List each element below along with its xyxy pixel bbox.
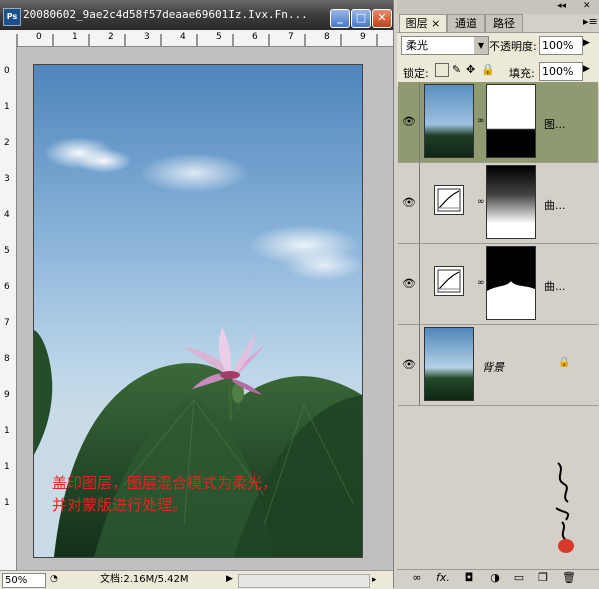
document-size: 文档:2.16M/5.42M [100,574,189,585]
caption-text: 盖印图层，图层混合模式为柔光， 并对蒙版进行处理。 [52,472,382,516]
panel-menu-icon[interactable]: ▸≡ [583,15,598,28]
status-arrow-icon[interactable]: ▶ [226,573,236,586]
horizontal-scrollbar[interactable] [238,574,370,588]
title-bar[interactable]: Ps 20080602_9ae2c4d58f57deaae69601Iz.Ivx… [0,0,393,30]
opacity-label: 不透明度: [489,40,537,53]
lock-label: 锁定: [403,67,429,80]
layer-name[interactable]: 曲... [544,278,566,294]
layer-name[interactable]: 背景 [482,359,504,375]
link-icon[interactable]: ∞ [477,278,485,288]
tab-paths[interactable]: 路径 [485,14,523,32]
blend-mode-select[interactable]: 柔光 ▼ [401,36,489,55]
chevron-down-icon[interactable]: ▼ [474,37,488,54]
divider [419,325,420,405]
ruler-top-label: 9 [360,32,366,42]
eye-icon[interactable]: 👁 [401,357,417,373]
zoom-field[interactable]: 50% [2,573,46,588]
scroll-right-icon[interactable]: ▸ [372,574,384,586]
layer-thumbnail [424,327,474,401]
ruler-left-label: 1 [4,102,10,112]
layer-mask-thumbnail[interactable] [486,246,536,320]
ruler-left-label: 8 [4,354,10,364]
mask-icon[interactable]: ◘ [460,570,478,586]
layer-thumbnail [424,84,474,158]
curves-adjustment-icon [434,266,464,296]
window-title: 20080602_9ae2c4d58f57deaae69601Iz.Ivx.Fn… [23,8,308,21]
lock-icon[interactable]: 🔒 [481,63,495,76]
ruler-left-label: 1 [4,498,10,508]
ruler-left[interactable]: 0 1 2 3 4 5 6 7 8 9 1 1 1 [0,46,17,570]
ruler-left-label: 0 [4,66,10,76]
new-layer-icon[interactable]: ❐ [534,570,552,586]
layer-mask-thumbnail[interactable] [486,84,536,158]
divider [419,244,420,324]
ruler-left-label: 1 [4,426,10,436]
ruler-left-label: 7 [4,318,10,328]
status-bar: 50% ◔ 文档:2.16M/5.42M ▶ ▸ [0,570,393,589]
ruler-left-label: 4 [4,210,10,220]
adjustment-icon[interactable]: ◑ [486,570,504,586]
layer-row-curves-2[interactable]: 👁 ∞ 曲... [398,244,598,325]
blend-mode-value: 柔光 [406,39,428,52]
ruler-left-label: 9 [4,390,10,400]
ruler-left-label: 6 [4,282,10,292]
ruler-top-label: 7 [288,32,294,42]
caption-line-1: 盖印图层，图层混合模式为柔光， [52,474,278,492]
eye-icon[interactable]: 👁 [401,195,417,211]
tab-layers[interactable]: 图层 × [399,14,447,32]
layer-name[interactable]: 图... [544,116,566,132]
ruler-top-label: 0 [36,32,42,42]
tab-channels[interactable]: 通道 [447,14,485,32]
caption-line-2: 并对蒙版进行处理。 [52,496,188,514]
signature-seal [548,458,588,558]
fill-label: 填充: [509,67,535,80]
layer-name[interactable]: 曲... [544,197,566,213]
eye-icon[interactable]: 👁 [401,114,417,130]
panel-collapse-icon[interactable]: ◂◂ [557,1,566,11]
ruler-left-label: 1 [4,462,10,472]
status-menu-icon[interactable]: ◔ [50,573,62,586]
ruler-top-label: 4 [180,32,186,42]
layer-row-background[interactable]: 👁 背景 🔒 [398,325,598,406]
ruler-top-ticks [16,34,378,46]
ruler-left-label: 2 [4,138,10,148]
maximize-button[interactable]: □ [351,9,371,28]
divider [419,82,420,162]
lock-transparency-icon[interactable] [435,63,449,77]
panel-header[interactable]: ◂◂ ✕ [397,0,599,14]
eye-icon[interactable]: 👁 [401,276,417,292]
photoshop-icon: Ps [3,8,21,26]
brush-icon[interactable]: ✎ [452,63,461,76]
ruler-top-label: 6 [252,32,258,42]
layer-mask-thumbnail[interactable] [486,165,536,239]
divider [419,163,420,243]
ruler-top-label: 3 [144,32,150,42]
ruler-top-label: 2 [108,32,114,42]
ruler-top-label: 1 [72,32,78,42]
ruler-top[interactable]: 0 1 2 3 4 5 6 7 8 9 [0,30,393,47]
move-icon[interactable]: ✥ [466,63,475,76]
panel-close-icon[interactable]: ✕ [583,1,591,11]
lock-icon: 🔒 [558,357,571,368]
group-icon[interactable]: ▭ [510,570,528,586]
opacity-field[interactable]: 100% [539,36,583,55]
ruler-left-label: 5 [4,246,10,256]
close-button[interactable]: ✕ [372,9,392,28]
ruler-top-label: 5 [216,32,222,42]
fill-field[interactable]: 100% [539,62,583,81]
fill-arrow-icon[interactable]: ▶ [583,64,590,74]
fx-icon[interactable]: fx. [434,570,452,586]
link-icon[interactable]: ∞ [477,197,485,207]
document-window: Ps 20080602_9ae2c4d58f57deaae69601Iz.Ivx… [0,0,394,589]
ruler-left-label: 3 [4,174,10,184]
trash-icon[interactable]: 🗑 [560,570,578,586]
layer-row-curves-1[interactable]: 👁 ∞ 曲... [398,163,598,244]
minimize-button[interactable]: _ [330,9,350,28]
link-icon[interactable]: ∞ [477,116,485,126]
link-icon[interactable]: ∞ [408,570,426,586]
layer-row-stamp[interactable]: 👁 ∞ 图... [398,82,598,163]
ruler-top-label: 8 [324,32,330,42]
opacity-arrow-icon[interactable]: ▶ [583,38,590,48]
curves-adjustment-icon [434,185,464,215]
